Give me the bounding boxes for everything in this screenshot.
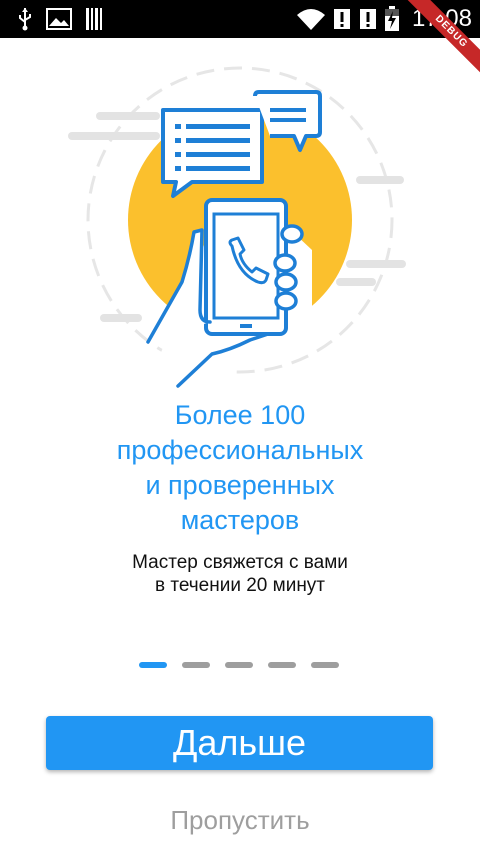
headline-line: профессиональных [116, 435, 364, 465]
image-icon [46, 8, 72, 30]
page-dot-5[interactable] [311, 662, 339, 668]
battery-charging-icon [384, 6, 399, 31]
message-bubble-icon [161, 108, 264, 198]
subtitle-line: в течении 20 минут [154, 575, 326, 596]
signal-alert-icon [359, 9, 376, 29]
signal-alert-icon [333, 9, 350, 29]
page-dot-2[interactable] [182, 662, 210, 668]
headline-line: и проверенных [145, 470, 335, 500]
smartphone-icon [204, 198, 288, 336]
subtitle-line: Мастер свяжется с вами [132, 552, 348, 573]
wifi-icon [296, 9, 325, 30]
hand-phone-chat-illustration [68, 66, 406, 388]
headline-line: мастеров [180, 505, 300, 535]
skip-button[interactable]: Пропустить [140, 800, 340, 840]
status-bar: 17:08 [0, 0, 480, 38]
headline-line: Более 100 [174, 400, 306, 430]
page-dot-1[interactable] [139, 662, 167, 668]
onboarding-subtitle: Мастер свяжется с вами в течении 20 мину… [60, 551, 420, 597]
usb-icon [19, 8, 31, 31]
barcode-icon [86, 8, 102, 30]
page-dot-4[interactable] [268, 662, 296, 668]
page-indicator [139, 662, 339, 668]
status-bar-left [18, 7, 104, 31]
onboarding-headline: Более 100 профессиональных и проверенных… [60, 398, 420, 538]
page-dot-3[interactable] [225, 662, 253, 668]
next-button[interactable]: Дальше [46, 716, 433, 770]
